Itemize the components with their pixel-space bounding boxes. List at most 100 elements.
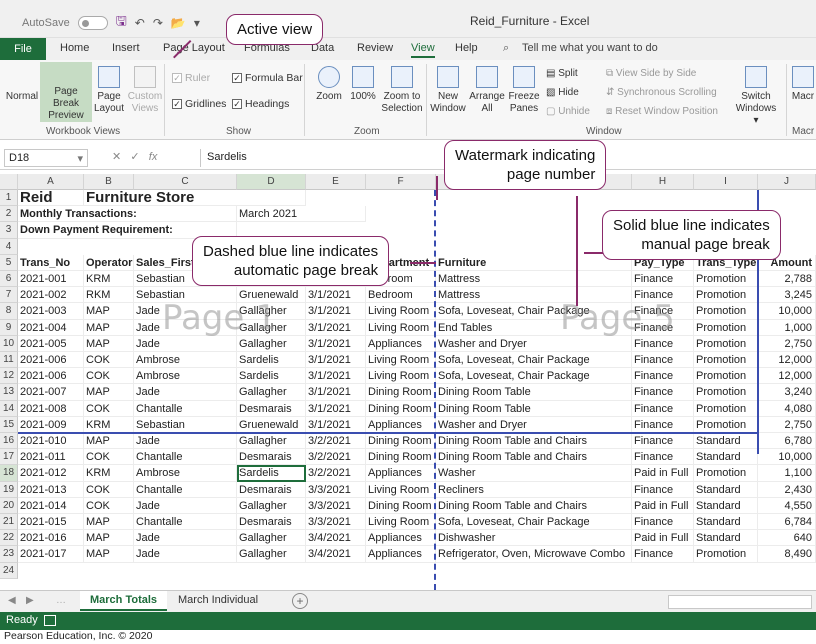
sheet-tab-march-individual[interactable]: March Individual <box>168 591 268 611</box>
table-cell[interactable]: 2021-009 <box>18 416 84 433</box>
table-cell[interactable]: Chantalle <box>134 400 237 417</box>
table-cell[interactable]: 2021-013 <box>18 481 84 498</box>
row-header[interactable]: 7 <box>0 287 18 304</box>
table-cell[interactable]: Appliances <box>366 465 436 482</box>
sheet-title[interactable]: Reid <box>18 190 84 207</box>
table-cell[interactable]: 640 <box>758 530 816 547</box>
table-cell[interactable]: MAP <box>84 319 134 336</box>
table-cell[interactable]: 10,000 <box>758 303 816 320</box>
table-cell[interactable]: 3/3/2021 <box>306 497 366 514</box>
tab-help[interactable]: Help <box>455 42 478 54</box>
table-cell[interactable]: Promotion <box>694 303 758 320</box>
table-cell[interactable]: MAP <box>84 530 134 547</box>
table-cell[interactable]: 8,490 <box>758 546 816 563</box>
table-cell[interactable]: 2021-005 <box>18 335 84 352</box>
table-cell[interactable]: 3/3/2021 <box>306 514 366 531</box>
save-icon[interactable]: 🖫 <box>116 12 127 34</box>
table-cell[interactable]: Finance <box>632 352 694 369</box>
table-cell[interactable]: Sardelis <box>237 352 306 369</box>
table-cell[interactable]: Bedroom <box>366 287 436 304</box>
autosave-toggle[interactable] <box>77 16 108 30</box>
table-cell[interactable]: 2021-007 <box>18 384 84 401</box>
table-cell[interactable]: 3/2/2021 <box>306 449 366 466</box>
table-cell[interactable]: 6,784 <box>758 514 816 531</box>
tab-page-layout[interactable]: Page Layout <box>163 42 225 54</box>
table-cell[interactable]: 2,750 <box>758 335 816 352</box>
table-cell[interactable]: 3/2/2021 <box>306 433 366 450</box>
table-cell[interactable]: Chantalle <box>134 481 237 498</box>
synchronous-scrolling-button[interactable]: ⇵ Synchronous Scrolling <box>606 87 717 98</box>
table-cell[interactable]: Dining Room Table <box>436 384 632 401</box>
table-cell[interactable]: Dining Room <box>366 433 436 450</box>
table-cell[interactable]: Dining Room Table and Chairs <box>436 497 632 514</box>
column-header[interactable]: J <box>758 174 816 190</box>
sheet-title[interactable]: Furniture Store <box>84 190 306 207</box>
prev-sheet-icon[interactable]: ◀ <box>8 595 16 606</box>
table-cell[interactable]: 2,788 <box>758 271 816 288</box>
table-cell[interactable]: Dining Room <box>366 384 436 401</box>
horizontal-scrollbar[interactable] <box>668 595 812 609</box>
column-header[interactable]: C <box>134 174 237 190</box>
macros-button[interactable]: Macr <box>790 66 816 103</box>
row-header[interactable]: 4 <box>0 238 18 255</box>
tab-home[interactable]: Home <box>60 42 89 54</box>
table-cell[interactable]: Promotion <box>694 319 758 336</box>
headings-checkbox[interactable]: ✓ Headings <box>232 98 289 110</box>
table-cell[interactable]: RKM <box>84 287 134 304</box>
table-cell[interactable]: Ambrose <box>134 368 237 385</box>
table-cell[interactable]: 3/1/2021 <box>306 319 366 336</box>
table-cell[interactable]: 2021-003 <box>18 303 84 320</box>
table-cell[interactable]: 3/1/2021 <box>306 384 366 401</box>
table-cell[interactable]: 3/4/2021 <box>306 530 366 547</box>
tab-insert[interactable]: Insert <box>112 42 140 54</box>
table-cell[interactable]: Finance <box>632 481 694 498</box>
table-cell[interactable]: Gruenewald <box>237 416 306 433</box>
table-cell[interactable]: 6,780 <box>758 433 816 450</box>
table-cell[interactable]: Gallagher <box>237 335 306 352</box>
table-cell[interactable]: MAP <box>84 303 134 320</box>
select-all-corner[interactable] <box>0 174 18 190</box>
table-cell[interactable]: Standard <box>694 497 758 514</box>
tab-view[interactable]: View <box>411 42 435 58</box>
monthly-label[interactable]: Monthly Transactions: <box>18 206 237 223</box>
table-cell[interactable]: Chantalle <box>134 449 237 466</box>
table-cell[interactable]: 3/1/2021 <box>306 287 366 304</box>
unhide-button[interactable]: ▢ Unhide <box>546 106 590 117</box>
table-cell[interactable]: Living Room <box>366 481 436 498</box>
undo-icon[interactable]: ↶ <box>135 16 145 30</box>
view-side-by-side-button[interactable]: ⧉ View Side by Side <box>606 68 696 79</box>
table-cell[interactable]: 2021-008 <box>18 400 84 417</box>
column-title[interactable]: Trans_No <box>18 254 84 271</box>
table-cell[interactable]: Finance <box>632 449 694 466</box>
redo-icon[interactable]: ↷ <box>153 16 163 30</box>
column-title[interactable]: Furniture <box>436 254 632 271</box>
table-cell[interactable]: 3/2/2021 <box>306 465 366 482</box>
table-cell[interactable]: KRM <box>84 465 134 482</box>
row-header[interactable]: 1 <box>0 190 18 207</box>
table-cell[interactable]: Sofa, Loveseat, Chair Package <box>436 368 632 385</box>
column-header[interactable]: B <box>84 174 134 190</box>
table-cell[interactable]: Refrigerator, Oven, Microwave Combo <box>436 546 632 563</box>
table-cell[interactable]: Desmarais <box>237 514 306 531</box>
table-cell[interactable]: 2021-016 <box>18 530 84 547</box>
table-cell[interactable]: Promotion <box>694 384 758 401</box>
table-cell[interactable]: Desmarais <box>237 400 306 417</box>
table-cell[interactable]: Finance <box>632 384 694 401</box>
table-cell[interactable]: Appliances <box>366 546 436 563</box>
column-header[interactable]: A <box>18 174 84 190</box>
column-header[interactable]: H <box>632 174 694 190</box>
table-cell[interactable]: 2021-015 <box>18 514 84 531</box>
table-cell[interactable]: Appliances <box>366 335 436 352</box>
table-cell[interactable]: COK <box>84 449 134 466</box>
file-tab[interactable]: File <box>0 38 46 60</box>
table-cell[interactable]: Washer and Dryer <box>436 416 632 433</box>
page-break-preview-button[interactable]: Page Break Preview <box>40 62 92 257</box>
table-cell[interactable]: Washer and Dryer <box>436 335 632 352</box>
row-header[interactable]: 22 <box>0 530 18 547</box>
row-header[interactable]: 23 <box>0 546 18 563</box>
table-cell[interactable]: Appliances <box>366 530 436 547</box>
table-cell[interactable]: 1,000 <box>758 319 816 336</box>
table-cell[interactable]: Finance <box>632 546 694 563</box>
table-cell[interactable]: 3/1/2021 <box>306 335 366 352</box>
table-cell[interactable]: 2021-006 <box>18 352 84 369</box>
